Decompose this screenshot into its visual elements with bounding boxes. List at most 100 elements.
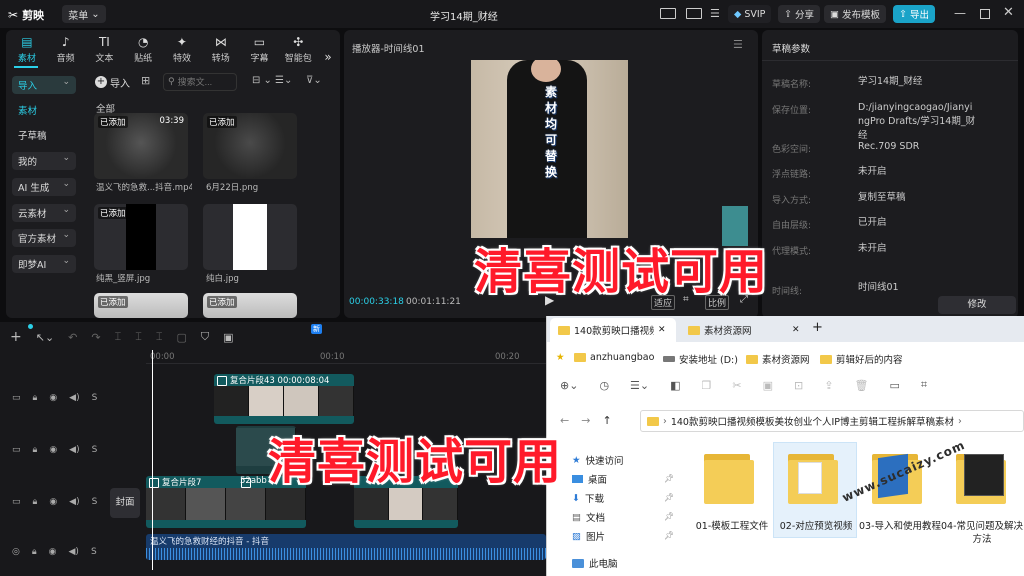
split-left-icon[interactable]: ⌶ <box>135 330 142 344</box>
sidebar-item-jimeng-ai[interactable]: 即梦AI <box>12 255 76 273</box>
tab-sticker[interactable]: ◔ 贴纸 <box>124 30 162 64</box>
cut-icon[interactable]: ✂ <box>732 379 741 392</box>
cover-button[interactable]: 封面 <box>110 488 140 518</box>
sidebar-item-mine[interactable]: 我的 <box>12 152 76 170</box>
filter-icon[interactable]: ⊽⌄ <box>306 75 322 86</box>
quick-link[interactable]: 剪辑好后的内容 <box>820 352 903 366</box>
pin-icon[interactable]: 📌︎ <box>664 493 674 502</box>
sort-icon[interactable]: ☰⌄ <box>275 75 292 86</box>
nav-item-documents[interactable]: ▤ 文档 <box>572 510 605 525</box>
minimize-icon[interactable]: — <box>954 6 966 20</box>
sidebar-item-sub-draft[interactable]: 子草稿 <box>12 126 76 144</box>
eye-icon[interactable]: ◉ <box>49 547 57 557</box>
import-button[interactable]: + 导入 <box>95 73 135 91</box>
redo-icon[interactable]: ↷ <box>91 331 100 344</box>
solo-icon[interactable]: S <box>92 393 98 403</box>
media-card[interactable]: 已添加 03:39 <box>94 113 188 179</box>
new-item-icon[interactable]: ⊕⌄ <box>560 379 578 392</box>
lock-icon[interactable]: 🔒︎ <box>33 393 38 403</box>
sidebar-item-media[interactable]: 素材 <box>12 101 76 119</box>
copy-icon[interactable]: ❐ <box>702 379 712 392</box>
caption-tool-icon[interactable]: ▣ <box>223 331 233 344</box>
rename-icon[interactable]: ⊡ <box>794 379 803 392</box>
shortcut-icon[interactable] <box>686 8 702 19</box>
trash-icon[interactable]: 🗑︎ <box>854 379 868 392</box>
sidebar-item-ai-generate[interactable]: AI 生成 <box>12 178 76 196</box>
nav-item-pictures[interactable]: ▨ 图片 <box>572 529 605 544</box>
edit-draft-button[interactable]: 修改 <box>938 296 1016 314</box>
nav-item-downloads[interactable]: ⬇ 下载 <box>572 491 604 506</box>
export-button[interactable]: ⇧ 导出 <box>893 5 935 23</box>
menu-icon[interactable]: ☰⌄ <box>630 379 649 392</box>
lock-icon[interactable]: 🔒︎ <box>33 445 38 455</box>
tab-transition[interactable]: ⋈ 转场 <box>202 30 240 64</box>
paste-icon[interactable]: ▣ <box>763 379 773 392</box>
quick-link[interactable]: anzhuangbao <box>574 352 654 363</box>
address-bar[interactable]: › 140款剪映口播视频模板美妆创业个人IP博主剪辑工程拆解草稿素材 › <box>640 410 1024 432</box>
pane-icon[interactable]: ◧ <box>670 379 680 392</box>
split-right-icon[interactable]: ⌶ <box>156 330 163 344</box>
maximize-icon[interactable] <box>980 9 990 19</box>
select-tool-icon[interactable]: ↖⌄ <box>36 331 54 344</box>
forward-icon[interactable]: → <box>581 414 590 427</box>
pin-icon[interactable]: 📌︎ <box>664 531 674 540</box>
playhead[interactable] <box>152 350 153 570</box>
solo-icon[interactable]: S <box>92 497 98 507</box>
volume-icon[interactable]: ◀) <box>69 393 79 403</box>
view-mode-icon[interactable]: ⊟ ⌄ <box>252 75 272 86</box>
solo-icon[interactable]: S <box>91 547 97 557</box>
volume-icon[interactable]: ◀) <box>69 445 79 455</box>
sidebar-item-official[interactable]: 官方素材 <box>12 229 76 247</box>
timeline-clip[interactable]: 复合片段43 00:00:08:04 <box>214 374 354 424</box>
tab-media[interactable]: ▤ 素材 <box>8 30 46 64</box>
folder-item[interactable] <box>952 448 1024 514</box>
folder-item[interactable] <box>700 448 772 514</box>
publish-template-button[interactable]: ▣ 发布模板 <box>824 5 886 23</box>
sidebar-item-cloud[interactable]: 云素材 <box>12 204 76 222</box>
search-input[interactable] <box>177 77 232 87</box>
quick-link[interactable]: 安装地址 (D:) <box>663 352 738 366</box>
search-box[interactable]: ⚲ <box>163 73 237 91</box>
delete-icon[interactable]: ▢ <box>176 331 186 344</box>
tab-caption[interactable]: ▭ 字幕 <box>241 30 279 64</box>
media-card[interactable]: 已添加 <box>94 293 188 318</box>
volume-icon[interactable]: ◀) <box>69 547 79 557</box>
media-card[interactable]: 已添加 <box>203 113 297 179</box>
explorer-tab[interactable]: 素材资源网 ✕ <box>680 318 808 342</box>
share-button[interactable]: ⇪ 分享 <box>778 5 820 23</box>
add-track-icon[interactable]: + <box>10 329 22 345</box>
solo-icon[interactable]: S <box>92 445 98 455</box>
tab-smart-pack[interactable]: ✣ 智能包 <box>279 30 317 64</box>
explorer-tab-active[interactable]: 140款剪映口播视频 ✕ <box>550 318 676 342</box>
layout-icon[interactable] <box>660 8 676 19</box>
more-tabs-button[interactable]: » <box>318 30 338 64</box>
eye-icon[interactable]: ◉ <box>49 393 57 403</box>
tab-audio[interactable]: ♪ 音频 <box>47 30 85 64</box>
tab-text[interactable]: TI 文本 <box>86 30 124 64</box>
media-card[interactable]: 已添加 <box>94 204 188 270</box>
grid-view-icon[interactable]: ⊞ <box>141 74 150 87</box>
crop-tool-icon[interactable]: ⌗ <box>921 378 927 392</box>
split-icon[interactable]: ⌶ <box>115 330 122 344</box>
undo-icon[interactable]: ↶ <box>68 331 77 344</box>
tab-effects[interactable]: ✦ 特效 <box>163 30 201 64</box>
lock-icon[interactable]: 🔒︎ <box>32 547 37 557</box>
audio-track[interactable]: 温义飞的急救财经的抖音 - 抖音 <box>146 534 546 560</box>
menu-button[interactable]: 菜单 ⌄ <box>62 5 106 23</box>
media-card[interactable] <box>203 204 297 270</box>
sidebar-item-import[interactable]: 导入 <box>12 76 76 94</box>
close-tab-icon[interactable]: ✕ <box>658 325 666 335</box>
media-card[interactable]: 已添加 <box>203 293 297 318</box>
lock-icon[interactable]: 🔒︎ <box>33 497 38 507</box>
pin-icon[interactable]: 📌︎ <box>664 512 674 521</box>
eye-icon[interactable]: ◉ <box>49 445 57 455</box>
quick-link[interactable]: 素材资源网 <box>746 352 810 366</box>
nav-item-quick-access[interactable]: ★ 快速访问 <box>572 453 624 468</box>
new-tab-icon[interactable]: + <box>812 320 823 335</box>
share-file-icon[interactable]: ⇪ <box>824 379 833 392</box>
close-tab-icon[interactable]: ✕ <box>792 325 800 335</box>
up-icon[interactable]: ↑ <box>602 414 611 427</box>
volume-icon[interactable]: ◀) <box>69 497 79 507</box>
close-icon[interactable]: ✕ <box>1003 5 1014 20</box>
view-icon[interactable]: ▭ <box>889 379 899 392</box>
